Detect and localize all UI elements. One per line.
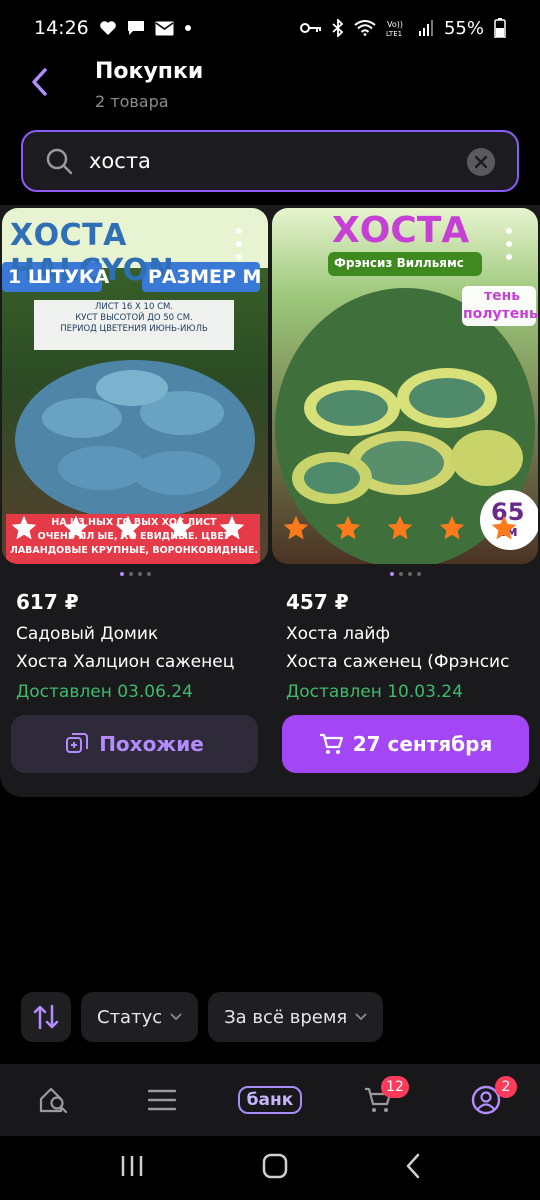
search-bar[interactable] [21,130,519,192]
star-icon[interactable] [334,514,362,542]
status-filter[interactable]: Статус [81,992,199,1042]
key-icon [299,22,322,34]
star-icon[interactable] [114,514,142,542]
sort-icon [33,1004,59,1030]
nav-search[interactable] [19,1070,89,1130]
sort-button[interactable] [21,992,71,1042]
image-tag: полутень [463,306,538,322]
nav-profile[interactable]: 2 [451,1070,521,1130]
back-icon [407,1153,420,1179]
clear-search-button[interactable] [467,148,495,176]
bottom-navigation: банк 12 2 [0,1064,540,1136]
star-icon[interactable] [282,514,310,542]
battery-percent: 55% [443,17,484,39]
cart-icon [319,733,343,754]
image-footer-line: ЛАВАНДОВЫЕ КРУПНЫЕ, ВОРОНКОВИДНЫЕ. [9,545,259,556]
heart-icon [99,20,117,36]
image-subtitle: Фрэнсиз Вилльямс [334,256,464,270]
image-info: ЛИСТ 16 Х 10 СМ. КУСТ ВЫСОТОЙ ДО 50 СМ. … [36,302,232,335]
bank-logo: банк [237,1086,303,1114]
star-icon[interactable] [62,514,90,542]
delivery-date-button[interactable]: 27 сентября [282,715,529,773]
product-seller: Садовый Домик [16,624,159,644]
star-icon[interactable] [10,514,38,542]
message-icon [127,20,145,36]
period-filter-label: За всё время [224,1006,348,1028]
nav-cart[interactable]: 12 [343,1070,413,1130]
back-button[interactable] [22,62,56,102]
delivery-status: Доставлен 03.06.24 [16,682,193,702]
home-search-icon [39,1087,68,1114]
close-icon [475,156,487,168]
battery-icon [494,18,506,38]
image-title: ХОСТА [332,210,470,251]
product-name: Хоста саженец (Фрэнсис [286,652,510,672]
product-image[interactable]: ХОСТА Фрэнсиз Вилльямс тень полутень 65 … [272,208,538,564]
mail-icon [155,21,174,36]
product-price: 617 ₽ [16,590,79,614]
similar-button-label: Похожие [99,732,204,756]
svg-text:LTE1: LTE1 [386,30,402,37]
bluetooth-icon [332,19,344,37]
chevron-down-icon [355,1013,367,1021]
delivery-status: Доставлен 10.03.24 [286,682,463,702]
rating-stars[interactable] [10,514,246,542]
volte-icon: Vo)) LTE1 [386,19,408,37]
status-filter-label: Статус [97,1006,163,1028]
svg-text:Vo)): Vo)) [387,20,403,29]
image-badge-quantity: 1 ШТУКА [8,266,110,288]
menu-icon [148,1089,176,1111]
similar-button[interactable]: Похожие [11,715,258,773]
status-bar: 14:26 Vo)) LTE1 55% [0,0,540,56]
dot-icon [184,24,192,32]
product-image[interactable]: ХОСТА HALCYON 1 ШТУКА РАЗМЕР М ЛИСТ 16 Х… [2,208,268,564]
image-info-line: ПЕРИОД ЦВЕТЕНИЯ ИЮНЬ-ИЮЛЬ [60,324,208,334]
image-tag: тень [484,288,521,304]
rating-stars[interactable] [282,514,518,542]
profile-badge: 2 [495,1076,517,1098]
back-system-button[interactable] [405,1153,421,1183]
more-options-button[interactable] [502,228,516,260]
image-pager [272,572,538,578]
filters-bar: Статус За всё время [21,992,384,1042]
product-name: Хоста Халцион саженец [16,652,235,672]
status-time: 14:26 [34,17,89,39]
nav-catalog[interactable] [127,1070,197,1130]
product-seller: Хоста лайф [286,624,390,644]
image-info-line: КУСТ ВЫСОТОЙ ДО 50 СМ. [75,313,193,323]
image-pager [2,572,268,578]
star-icon[interactable] [166,514,194,542]
home-button[interactable] [262,1153,288,1183]
cart-badge: 12 [381,1076,409,1098]
more-options-button[interactable] [232,228,246,260]
product-card[interactable]: ХОСТА HALCYON 1 ШТУКА РАЗМЕР М ЛИСТ 16 Х… [2,208,268,702]
search-icon [45,146,75,176]
signal-icon [418,20,434,36]
delivery-date-label: 27 сентября [352,732,493,756]
chevron-down-icon [170,1013,182,1021]
product-price: 457 ₽ [286,590,349,614]
wifi-icon [354,20,376,36]
home-icon [262,1153,288,1179]
star-icon[interactable] [438,514,466,542]
chevron-left-icon [32,68,47,96]
recent-apps-icon [121,1156,142,1176]
image-badge-size: РАЗМЕР М [148,266,262,288]
page-title: Покупки [95,59,204,84]
order-card: ХОСТА HALCYON 1 ШТУКА РАЗМЕР М ЛИСТ 16 Х… [0,205,540,797]
system-navigation [0,1136,540,1200]
star-icon[interactable] [218,514,246,542]
search-input[interactable] [89,149,449,173]
recent-apps-button[interactable] [119,1154,145,1182]
star-icon[interactable] [490,514,518,542]
header: Покупки 2 товара [0,56,540,126]
image-info-line: ЛИСТ 16 Х 10 СМ. [94,302,174,312]
items-count: 2 товара [95,92,169,111]
star-icon[interactable] [386,514,414,542]
similar-icon [66,733,89,753]
product-card[interactable]: ХОСТА Фрэнсиз Вилльямс тень полутень 65 … [272,208,538,702]
nav-bank[interactable]: банк [235,1070,305,1130]
period-filter[interactable]: За всё время [208,992,384,1042]
